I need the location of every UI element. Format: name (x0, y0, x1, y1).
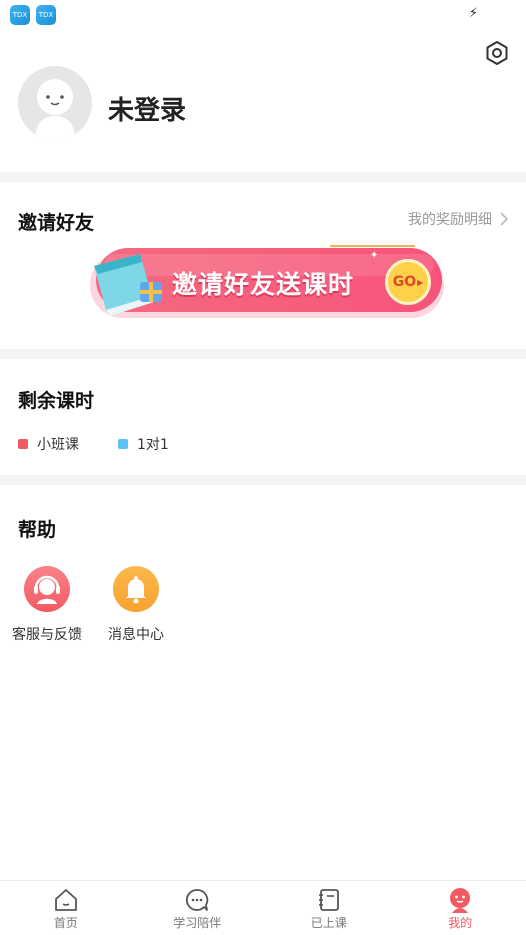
tab-mine[interactable]: 我的 (395, 881, 526, 935)
chevron-right-icon (500, 212, 508, 226)
notification-app-icon: TDX (10, 5, 30, 25)
tab-label: 首页 (53, 916, 78, 930)
message-center-label: 消息中心 (108, 627, 164, 643)
avatar[interactable] (18, 66, 92, 140)
bottom-tab-bar: 首页 学习陪伴 已上课 我的 (0, 880, 526, 935)
legend-small-class: 小班课 (18, 434, 79, 454)
remaining-section-title: 剩余课时 (18, 390, 95, 412)
customer-service-button[interactable]: 客服与反馈 (7, 566, 87, 644)
svg-text:✦: ✦ (370, 250, 378, 261)
legend-one-on-one: 1对1 (118, 434, 169, 454)
section-divider (0, 172, 526, 182)
home-icon (54, 889, 77, 911)
profile-face-icon (450, 888, 471, 913)
app-badge-text: TDX (12, 11, 28, 19)
status-bar: TDX TDX ⚡ (0, 0, 526, 28)
tab-label: 已上课 (310, 916, 347, 930)
message-center-button[interactable]: 消息中心 (96, 566, 176, 644)
headset-icon (24, 566, 70, 612)
tab-attended-classes[interactable]: 已上课 (263, 881, 395, 935)
bell-icon (113, 566, 159, 612)
legend-swatch (18, 439, 28, 449)
invite-section-title: 邀请好友 (18, 212, 95, 234)
charging-icon: ⚡ (468, 6, 478, 21)
customer-service-label: 客服与反馈 (12, 627, 82, 643)
username-label[interactable]: 未登录 (108, 90, 186, 127)
play-arrow-icon: ▶ (417, 277, 424, 287)
section-divider (0, 349, 526, 359)
chat-icon (186, 889, 209, 911)
legend-swatch (118, 439, 128, 449)
reward-detail-link[interactable]: 我的奖励明细 (408, 209, 508, 229)
notebook-icon (318, 889, 339, 911)
app-badge-text: TDX (38, 11, 54, 19)
tab-label: 我的 (448, 916, 473, 930)
invite-banner[interactable]: ✦ 邀请好友送课时 GO ▶ (80, 238, 446, 328)
invite-banner-text: 邀请好友送课时 (172, 270, 355, 299)
reward-detail-label: 我的奖励明细 (408, 212, 492, 228)
go-button-label: GO (392, 274, 417, 290)
default-avatar-icon (18, 66, 92, 140)
profile-header: 未登录 (0, 60, 526, 170)
tab-label: 学习陪伴 (173, 916, 222, 930)
notification-app-icon: TDX (36, 5, 56, 25)
section-divider (0, 475, 526, 485)
tab-study-companion[interactable]: 学习陪伴 (132, 881, 264, 935)
help-section-title: 帮助 (18, 519, 57, 541)
legend-label: 小班课 (37, 437, 79, 453)
tab-home[interactable]: 首页 (0, 881, 132, 935)
legend-label: 1对1 (137, 437, 169, 453)
go-button[interactable]: GO ▶ (385, 259, 431, 305)
